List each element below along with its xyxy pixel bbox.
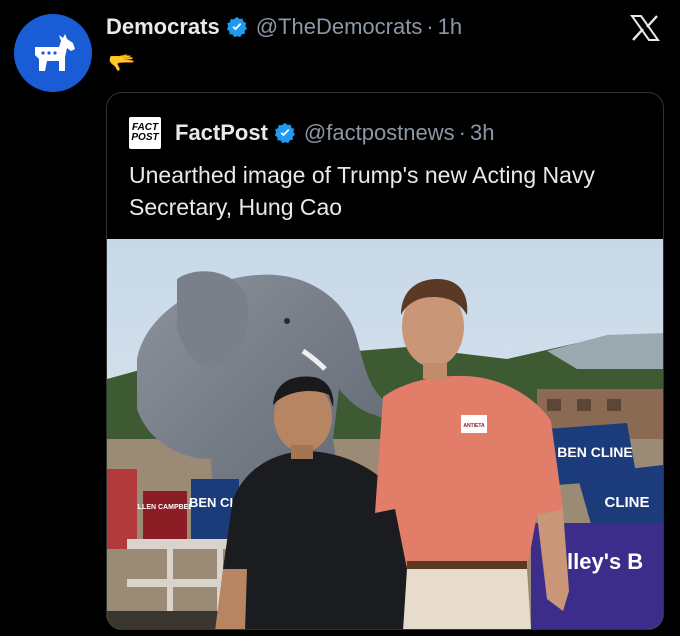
verified-badge-icon bbox=[226, 16, 248, 38]
tweet-body-emoji: 🫳 bbox=[108, 50, 136, 75]
quoted-timestamp[interactable]: 3h bbox=[470, 120, 494, 146]
dot-separator: · bbox=[458, 120, 466, 145]
banner-text: alley's B bbox=[555, 549, 643, 574]
quoted-tweet-photo[interactable]: ELLEN CAMPBELL BEN CLI BEN CLINE CLINE a… bbox=[107, 239, 663, 629]
quoted-tweet-text: Unearthed image of Trump's new Acting Na… bbox=[129, 162, 595, 220]
author-handle[interactable]: @TheDemocrats bbox=[256, 14, 423, 40]
donkey-logo-icon bbox=[35, 34, 75, 71]
sign-cline-lower-text: CLINE bbox=[605, 494, 650, 511]
sign-ellen-text: ELLEN CAMPBELL bbox=[133, 504, 198, 511]
quoted-author-row: FACT POST FactPost @factpostnews · 3h bbox=[129, 117, 494, 149]
logo-line-2: POST bbox=[131, 132, 159, 143]
shirt-logo-text: ANTIETA bbox=[463, 423, 485, 429]
tweet-timestamp[interactable]: 1h bbox=[438, 14, 462, 40]
quoted-author-handle[interactable]: @factpostnews bbox=[304, 120, 455, 146]
quoted-author-name[interactable]: FactPost bbox=[175, 120, 268, 146]
sign-ben-cline-right-text: BEN CLINE bbox=[557, 444, 632, 460]
tweet-author-row: Democrats @TheDemocrats · 1h bbox=[106, 12, 462, 42]
democrats-avatar[interactable] bbox=[14, 14, 92, 92]
x-logo-icon bbox=[630, 15, 660, 41]
quoted-tweet-card[interactable]: FACT POST FactPost @factpostnews · 3h Un… bbox=[106, 92, 664, 630]
author-name[interactable]: Democrats bbox=[106, 14, 220, 40]
factpost-logo: FACT POST bbox=[129, 117, 161, 149]
verified-badge-icon bbox=[274, 122, 296, 144]
dot-separator: · bbox=[426, 14, 434, 39]
